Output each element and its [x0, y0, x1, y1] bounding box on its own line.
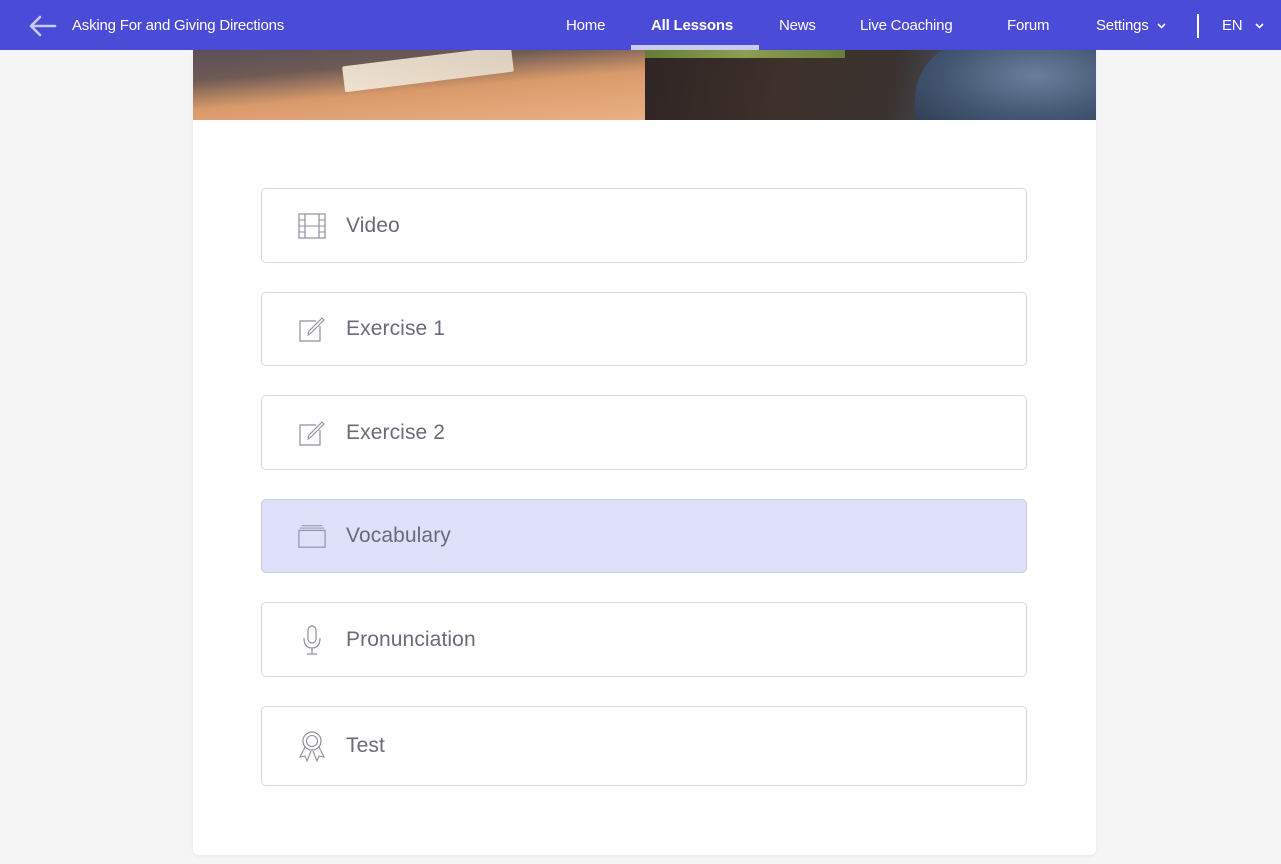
hero-image-left [193, 50, 645, 120]
edit-icon [298, 314, 326, 344]
cards-icon [298, 521, 326, 551]
edit-icon [298, 418, 326, 448]
top-navigation-bar: Asking For and Giving Directions Home Al… [0, 0, 1281, 50]
lesson-item-exercise-2[interactable]: Exercise 2 [261, 395, 1027, 470]
hero-grass-shape [645, 50, 845, 58]
arrow-left-icon [29, 15, 57, 37]
nav-settings-label: Settings [1096, 17, 1149, 34]
award-icon [298, 731, 326, 762]
page-title: Asking For and Giving Directions [72, 17, 285, 34]
nav-divider [1197, 14, 1199, 38]
lesson-card: Video Exercise 1 Exercise 2 Vocabulary P… [193, 50, 1096, 855]
lesson-item-label: Video [346, 213, 400, 237]
nav-home[interactable]: Home [566, 17, 605, 34]
lesson-item-video[interactable]: Video [261, 188, 1027, 263]
lesson-item-label: Pronunciation [346, 627, 476, 651]
nav-settings[interactable]: Settings [1096, 17, 1166, 34]
lesson-item-label: Test [346, 734, 385, 757]
lesson-item-vocabulary[interactable]: Vocabulary [261, 499, 1027, 573]
lesson-item-label: Exercise 2 [346, 420, 446, 444]
nav-all-lessons[interactable]: All Lessons [651, 17, 733, 34]
lesson-item-test[interactable]: Test [261, 706, 1027, 786]
lesson-item-label: Exercise 1 [346, 317, 446, 340]
nav-forum[interactable]: Forum [1007, 17, 1050, 34]
lesson-item-pronunciation[interactable]: Pronunciation [261, 602, 1027, 677]
back-button[interactable] [28, 13, 58, 39]
language-label: EN [1222, 17, 1243, 34]
film-icon [298, 211, 326, 241]
lesson-item-exercise-1[interactable]: Exercise 1 [261, 292, 1027, 366]
hero-paper-shape [342, 50, 514, 93]
nav-live-coaching[interactable]: Live Coaching [860, 17, 953, 34]
chevron-down-icon [1157, 23, 1166, 29]
chevron-down-icon [1255, 23, 1264, 29]
microphone-icon [298, 624, 326, 655]
lesson-hero-image [193, 50, 1096, 120]
nav-news[interactable]: News [779, 17, 816, 34]
lesson-item-label: Vocabulary [346, 524, 451, 547]
language-selector[interactable]: EN [1222, 17, 1264, 34]
hero-image-right [645, 50, 1096, 120]
hero-jeans-shape [915, 50, 1096, 120]
